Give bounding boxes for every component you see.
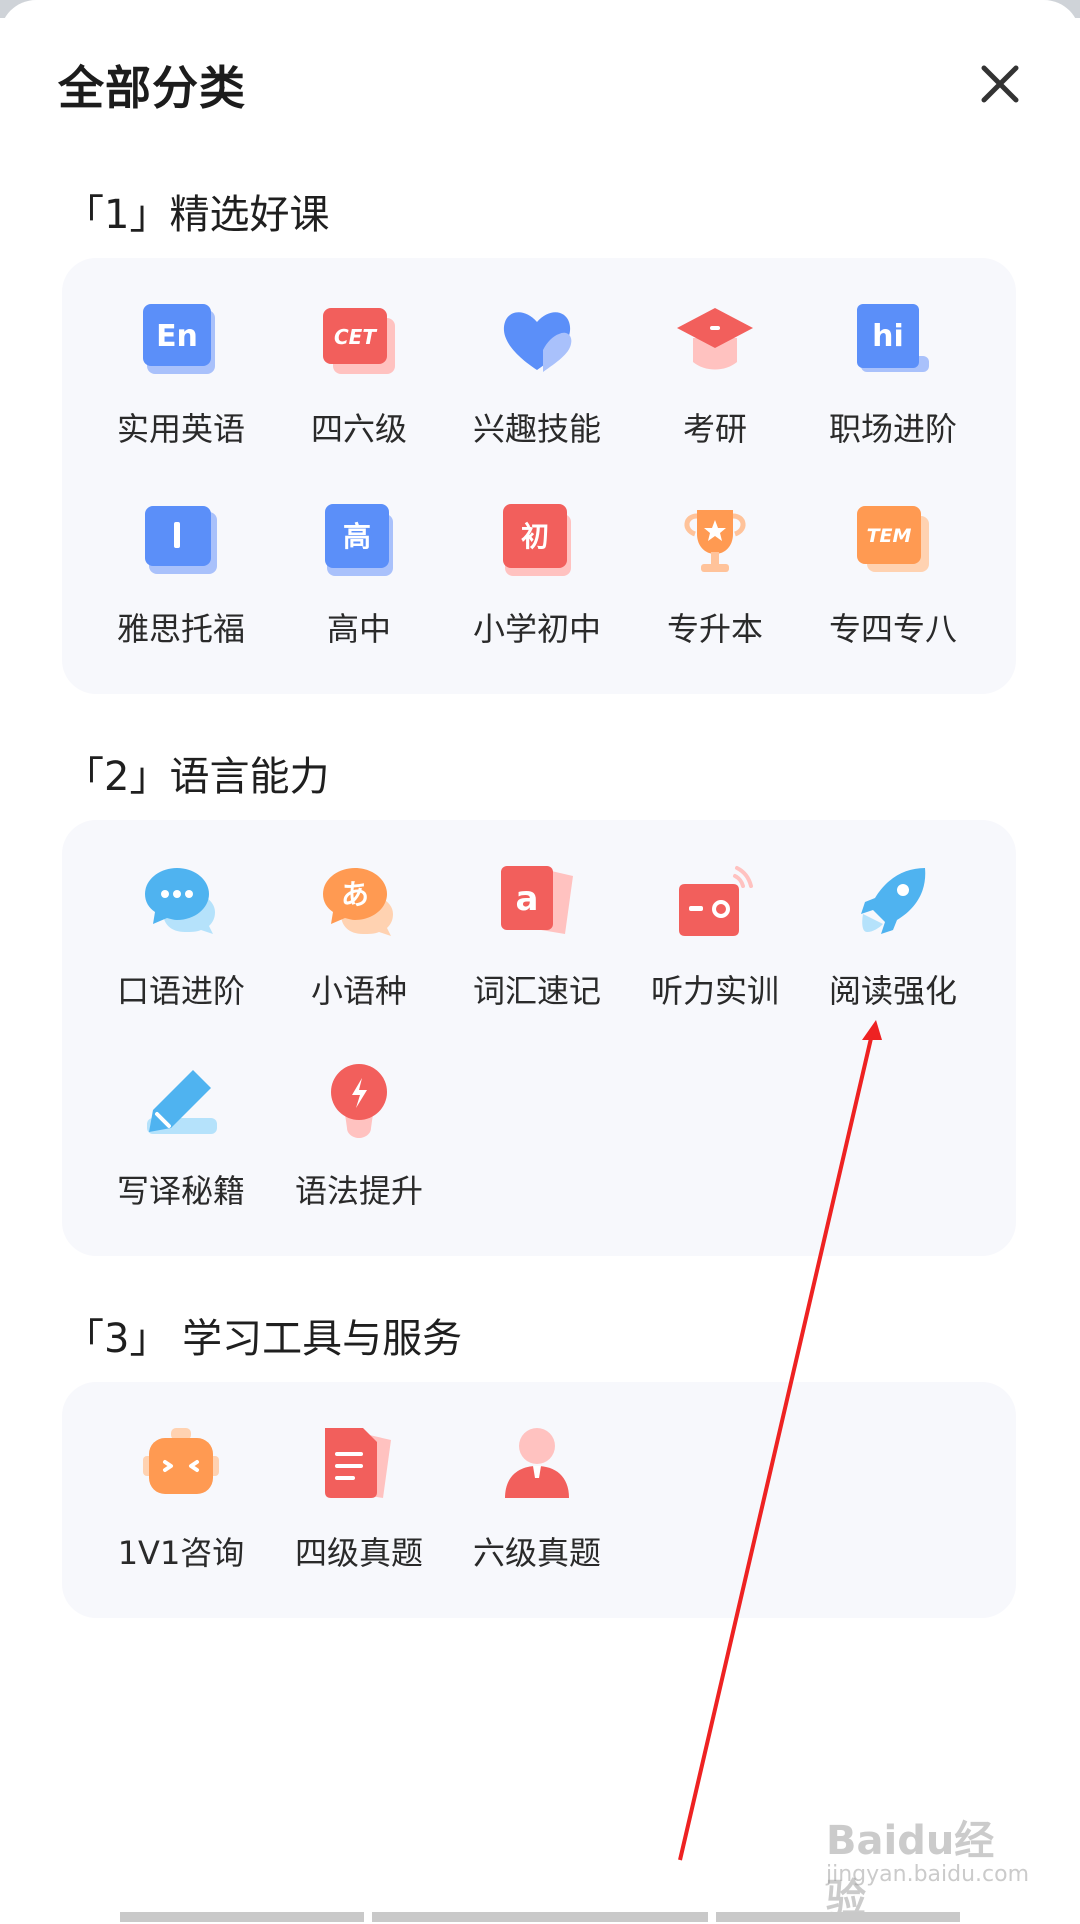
category-item-interest-skills[interactable]: 兴趣技能 bbox=[448, 288, 626, 478]
japanese-bubble-icon: あ bbox=[323, 868, 393, 936]
category-item-listening[interactable]: 听力实训 bbox=[626, 850, 804, 1040]
category-item-postgraduate[interactable]: 考研 bbox=[626, 288, 804, 478]
graduation-cap-icon bbox=[677, 308, 753, 370]
category-label: 小语种 bbox=[310, 972, 407, 1010]
svg-text:あ: あ bbox=[341, 878, 369, 911]
category-label: 六级真题 bbox=[472, 1534, 601, 1572]
category-item-cet4-papers[interactable]: 四级真题 bbox=[270, 1412, 448, 1602]
close-icon bbox=[981, 65, 1019, 103]
svg-text:hi: hi bbox=[872, 319, 904, 354]
section-panel-language: 口语进阶 あ 小语种 a 词汇速记 听力实训 阅读强化 写译秘籍 语法提升 bbox=[62, 820, 1016, 1256]
category-item-writing-translation[interactable]: 写译秘籍 bbox=[92, 1050, 270, 1240]
watermark: Baidu经验 jingyan.baidu.com bbox=[826, 1808, 1030, 1922]
category-label: 专四专八 bbox=[828, 610, 957, 648]
heart-icon bbox=[503, 312, 572, 372]
category-sheet: 全部分类 「1」精选好课 En 实用英语 CET 四六级 兴趣技能 考研 hi … bbox=[0, 0, 1080, 1922]
category-item-cet[interactable]: CET 四六级 bbox=[270, 288, 448, 478]
tem-icon: TEM bbox=[857, 506, 929, 572]
category-label: 雅思托福 bbox=[116, 610, 245, 648]
category-label: 职场进阶 bbox=[828, 410, 957, 448]
high-school-book-icon: 高 bbox=[325, 504, 393, 576]
section-panel-tools: 1V1咨询 四级真题 六级真题 bbox=[62, 1382, 1016, 1618]
category-label: 写译秘籍 bbox=[116, 1172, 245, 1210]
section-panel-featured: En 实用英语 CET 四六级 兴趣技能 考研 hi 职场进阶 雅思托福 高 高… bbox=[62, 258, 1016, 694]
category-label: 语法提升 bbox=[294, 1172, 423, 1210]
primary-book-icon: 初 bbox=[503, 504, 571, 576]
category-item-career[interactable]: hi 职场进阶 bbox=[804, 288, 982, 478]
bottom-bar-segment bbox=[372, 1912, 708, 1922]
page-title: 全部分类 bbox=[58, 61, 246, 115]
section-title-featured: 「1」精选好课 bbox=[64, 192, 330, 238]
category-label: 小学初中 bbox=[472, 610, 601, 648]
trophy-icon bbox=[684, 510, 746, 572]
category-item-reading[interactable]: 阅读强化 bbox=[804, 850, 982, 1040]
category-item-speaking[interactable]: 口语进阶 bbox=[92, 850, 270, 1040]
section-title-tools: 「3」 学习工具与服务 bbox=[64, 1316, 463, 1362]
svg-text:TEM: TEM bbox=[867, 525, 912, 547]
en-book-icon: En bbox=[143, 304, 215, 374]
category-item-consult[interactable]: 1V1咨询 bbox=[92, 1412, 270, 1602]
category-item-ielts-toefl[interactable]: 雅思托福 bbox=[92, 488, 270, 678]
category-label: 兴趣技能 bbox=[472, 410, 601, 448]
category-label: 高中 bbox=[326, 610, 391, 648]
bottom-bar-segment bbox=[716, 1912, 960, 1922]
category-item-upgrade[interactable]: 专升本 bbox=[626, 488, 804, 678]
category-label: 词汇速记 bbox=[472, 972, 601, 1010]
document-icon bbox=[325, 1428, 391, 1498]
rocket-icon bbox=[861, 868, 926, 934]
robot-icon bbox=[143, 1428, 219, 1494]
category-label: 听力实训 bbox=[650, 972, 779, 1010]
category-label: 专升本 bbox=[666, 610, 763, 648]
category-label: 口语进阶 bbox=[116, 972, 245, 1010]
category-item-practical-english[interactable]: En 实用英语 bbox=[92, 288, 270, 478]
category-label: 四六级 bbox=[310, 410, 407, 448]
person-icon bbox=[505, 1428, 569, 1498]
hi-badge-icon: hi bbox=[857, 304, 929, 372]
svg-text:CET: CET bbox=[334, 325, 377, 349]
svg-text:a: a bbox=[516, 879, 539, 919]
svg-text:初: 初 bbox=[521, 520, 549, 553]
svg-text:高: 高 bbox=[343, 520, 371, 553]
category-label: 阅读强化 bbox=[828, 972, 957, 1010]
category-item-minor-language[interactable]: あ 小语种 bbox=[270, 850, 448, 1040]
category-item-high-school[interactable]: 高 高中 bbox=[270, 488, 448, 678]
bottom-bar-segment bbox=[120, 1912, 364, 1922]
cet-icon: CET bbox=[323, 308, 395, 374]
category-label: 实用英语 bbox=[116, 410, 245, 448]
svg-text:En: En bbox=[156, 319, 198, 354]
category-item-cet6-papers[interactable]: 六级真题 bbox=[448, 1412, 626, 1602]
section-title-language: 「2」语言能力 bbox=[64, 754, 330, 800]
close-button[interactable] bbox=[972, 56, 1028, 112]
category-item-primary-middle[interactable]: 初 小学初中 bbox=[448, 488, 626, 678]
category-item-vocabulary[interactable]: a 词汇速记 bbox=[448, 850, 626, 1040]
category-item-tem[interactable]: TEM 专四专八 bbox=[804, 488, 982, 678]
pencil-icon bbox=[147, 1070, 217, 1134]
book-icon bbox=[145, 506, 217, 574]
lightbulb-icon bbox=[331, 1064, 387, 1138]
radio-icon bbox=[679, 866, 753, 936]
category-item-grammar[interactable]: 语法提升 bbox=[270, 1050, 448, 1240]
category-label: 1V1咨询 bbox=[117, 1534, 245, 1572]
watermark-url: jingyan.baidu.com bbox=[826, 1862, 1030, 1887]
category-label: 考研 bbox=[682, 410, 747, 448]
letter-a-card-icon: a bbox=[501, 866, 573, 934]
chat-bubble-icon bbox=[145, 868, 215, 934]
category-label: 四级真题 bbox=[294, 1534, 423, 1572]
